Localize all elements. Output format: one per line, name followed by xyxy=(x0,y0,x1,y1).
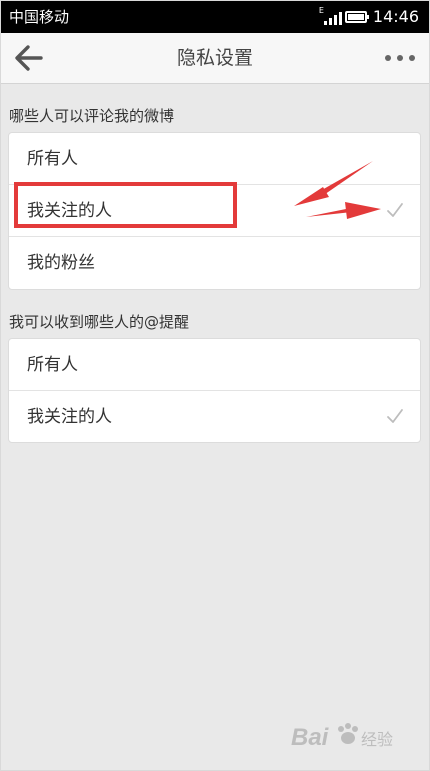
battery-icon xyxy=(344,11,369,23)
status-indicators: E 14:46 xyxy=(319,6,419,27)
check-icon xyxy=(387,203,403,217)
phone-screen: 中国移动 E 14:46 隐私设置 哪些人可以评论我的微博 所有人 我关注的人 … xyxy=(0,0,430,771)
section-title-mentions: 我可以收到哪些人的@提醒 xyxy=(9,313,190,331)
highlight-box xyxy=(14,182,237,228)
more-dots-icon xyxy=(385,55,391,61)
option-row-fans[interactable]: 我的粉丝 xyxy=(9,237,420,289)
option-label: 我关注的人 xyxy=(27,407,112,427)
section-title-comments: 哪些人可以评论我的微博 xyxy=(9,107,175,125)
signal-icon: E xyxy=(319,6,342,25)
carrier-name: 中国移动 xyxy=(9,8,70,26)
status-time: 14:46 xyxy=(372,7,419,26)
option-label: 所有人 xyxy=(27,149,78,169)
option-row-everyone[interactable]: 所有人 xyxy=(9,133,420,185)
option-row-following[interactable]: 我关注的人 xyxy=(9,391,420,442)
option-label: 我的粉丝 xyxy=(27,253,95,273)
option-row-everyone[interactable]: 所有人 xyxy=(9,339,420,391)
page-title: 隐私设置 xyxy=(176,47,253,69)
watermark: Bai 经验 xyxy=(291,717,401,755)
title-bar: 隐私设置 xyxy=(1,33,429,84)
watermark-brand: Bai xyxy=(291,724,330,751)
paw-icon xyxy=(338,723,358,744)
watermark-suffix: 经验 xyxy=(361,730,393,749)
more-button[interactable] xyxy=(385,47,415,69)
check-icon xyxy=(387,409,403,423)
option-label: 所有人 xyxy=(27,355,78,375)
status-bar: 中国移动 E 14:46 xyxy=(1,1,429,33)
mention-permission-card: 所有人 我关注的人 xyxy=(8,338,421,443)
